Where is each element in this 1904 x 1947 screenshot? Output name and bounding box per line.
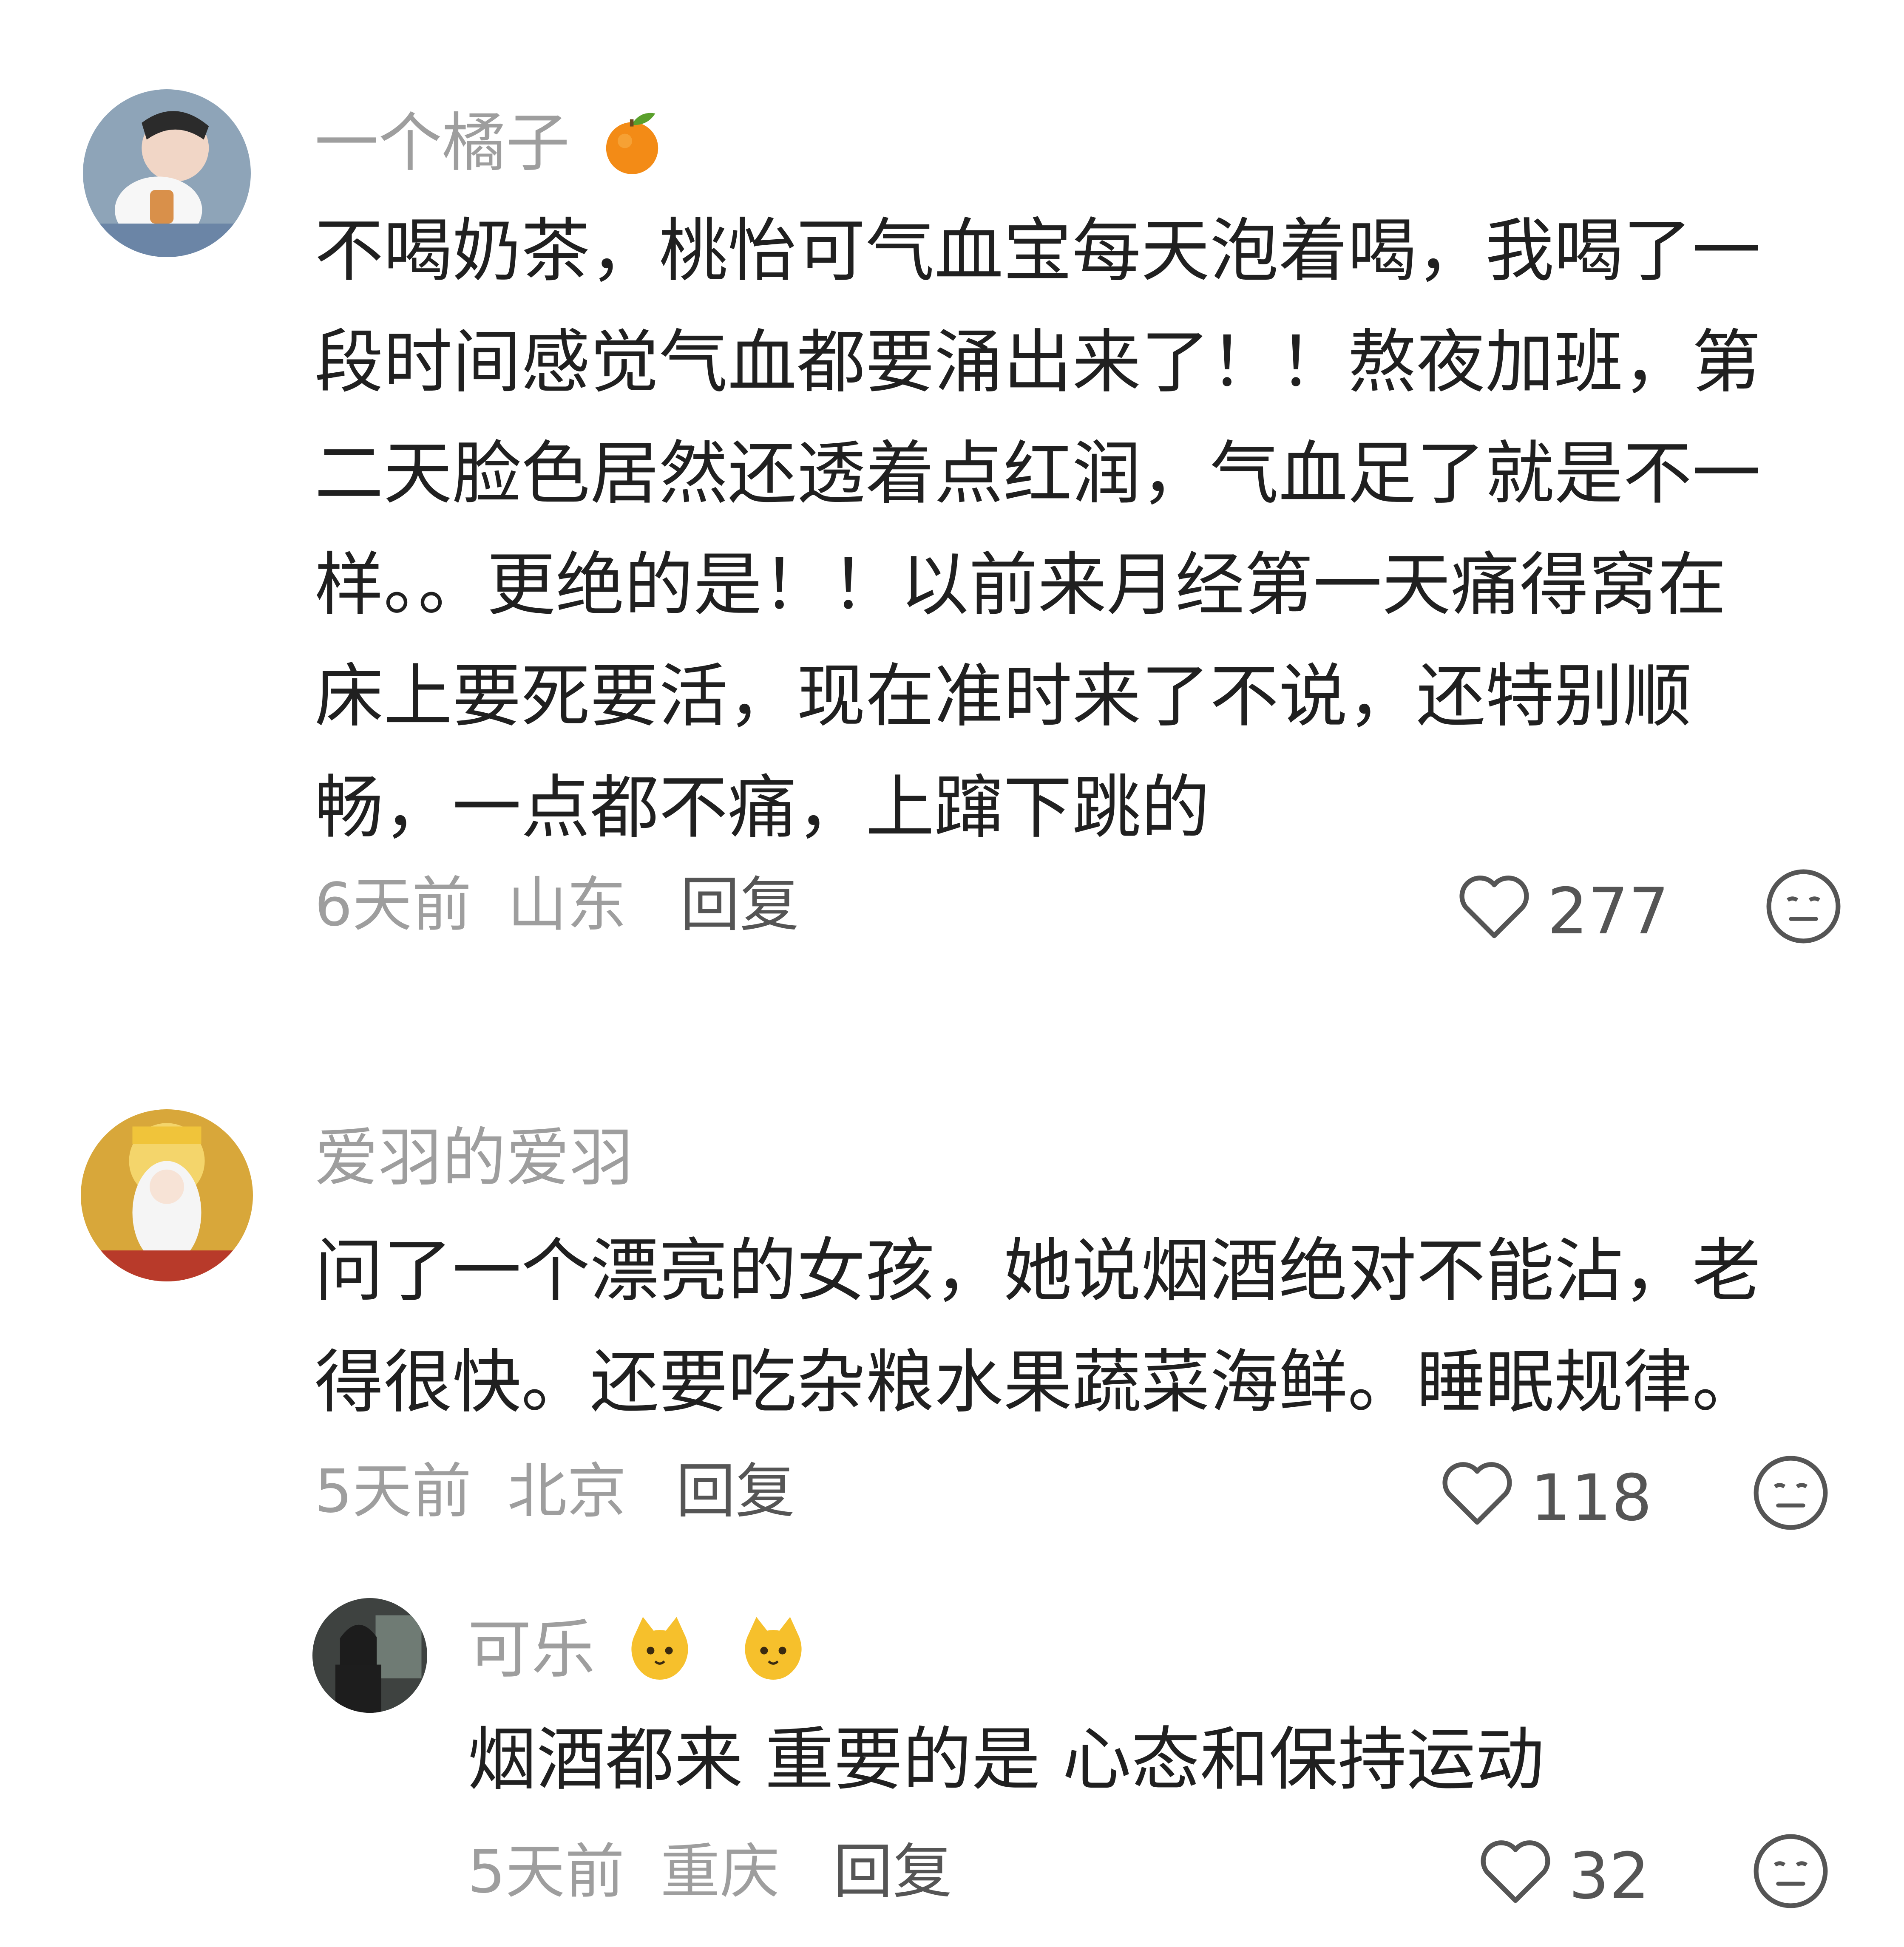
reply-button[interactable]: 回复 bbox=[676, 1462, 795, 1522]
comment-meta: 5天前 北京 bbox=[315, 1462, 627, 1522]
avatar[interactable] bbox=[81, 1109, 253, 1281]
cat-face-icon bbox=[621, 1611, 698, 1698]
reply-button[interactable]: 回复 bbox=[680, 876, 799, 935]
username[interactable]: 爱羽的爱羽 bbox=[315, 1126, 633, 1190]
comment-meta: 5天前 重庆 bbox=[468, 1842, 780, 1902]
dislike-face-icon[interactable] bbox=[1751, 1454, 1830, 1532]
like-count: 118 bbox=[1530, 1461, 1652, 1535]
comment-location: 北京 bbox=[507, 1457, 627, 1526]
avatar[interactable] bbox=[83, 89, 251, 257]
like-count: 277 bbox=[1547, 875, 1669, 949]
like-heart-icon[interactable] bbox=[1454, 867, 1535, 948]
comment-meta: 6天前 山东 bbox=[315, 876, 627, 935]
reply-button[interactable]: 回复 bbox=[833, 1842, 952, 1902]
tangerine-icon bbox=[596, 106, 668, 189]
avatar[interactable] bbox=[312, 1598, 427, 1713]
comment-time: 5天前 bbox=[468, 1837, 625, 1907]
dislike-face-icon[interactable] bbox=[1751, 1832, 1830, 1910]
like-heart-icon[interactable] bbox=[1475, 1832, 1556, 1913]
comment-text: 烟酒都来 重要的是 心态和保持运动 bbox=[468, 1720, 1544, 1800]
comment-location: 重庆 bbox=[660, 1837, 780, 1907]
like-heart-icon[interactable] bbox=[1437, 1454, 1518, 1534]
comment-text: 不喝奶茶，桃怡可气血宝每天泡着喝，我喝了一段时间感觉气血都要涌出来了！！熬夜加班… bbox=[315, 211, 1761, 848]
comment-time: 5天前 bbox=[315, 1457, 472, 1526]
dislike-face-icon[interactable] bbox=[1764, 867, 1843, 946]
username[interactable]: 可乐 bbox=[468, 1611, 812, 1698]
cat-face-icon bbox=[735, 1611, 812, 1698]
comment-time: 6天前 bbox=[315, 870, 472, 940]
comment-text: 问了一个漂亮的女孩，她说烟酒绝对不能沾，老得很快。还要吃杂粮水果蔬菜海鲜。睡眠规… bbox=[315, 1231, 1761, 1423]
username[interactable]: 一个橘子 bbox=[315, 106, 668, 189]
comment-location: 山东 bbox=[507, 870, 627, 940]
like-count: 32 bbox=[1569, 1839, 1650, 1913]
